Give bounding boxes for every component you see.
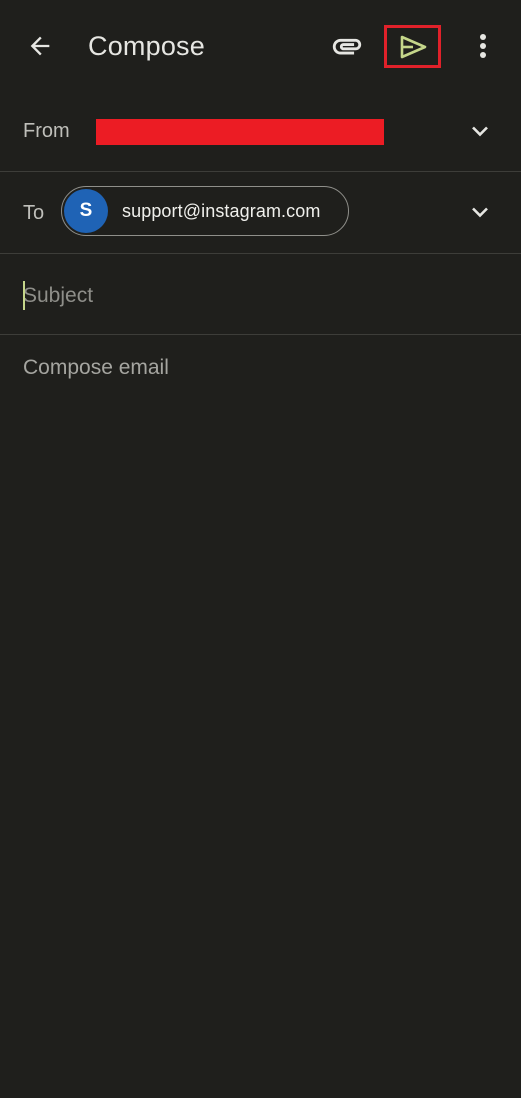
to-expand-button[interactable] (468, 200, 492, 224)
chevron-down-icon (472, 207, 488, 218)
more-options-button[interactable] (468, 28, 498, 64)
top-app-bar: Compose (0, 0, 521, 92)
recipient-email: support@instagram.com (122, 200, 321, 221)
more-vertical-icon (480, 34, 486, 58)
divider (0, 253, 521, 254)
from-expand-button[interactable] (468, 119, 492, 143)
divider (0, 171, 521, 172)
compose-body-input[interactable] (23, 356, 498, 1056)
to-label: To (23, 202, 45, 224)
recipient-avatar: S (64, 189, 108, 233)
send-button[interactable] (384, 25, 441, 68)
divider (0, 334, 521, 335)
page-title: Compose (88, 31, 205, 61)
from-account-redacted[interactable] (96, 119, 384, 145)
arrow-left-icon (30, 36, 50, 56)
text-cursor (23, 281, 25, 310)
chevron-down-icon (472, 126, 488, 137)
from-label: From (23, 120, 70, 142)
compose-screen: Compose From To S support@instagram.com … (0, 0, 521, 1098)
attach-button[interactable] (328, 28, 366, 64)
subject-input[interactable] (23, 278, 493, 314)
back-button[interactable] (22, 28, 58, 64)
paperclip-icon (332, 38, 362, 55)
recipient-chip[interactable]: S support@instagram.com (61, 186, 349, 236)
send-icon (400, 35, 426, 58)
